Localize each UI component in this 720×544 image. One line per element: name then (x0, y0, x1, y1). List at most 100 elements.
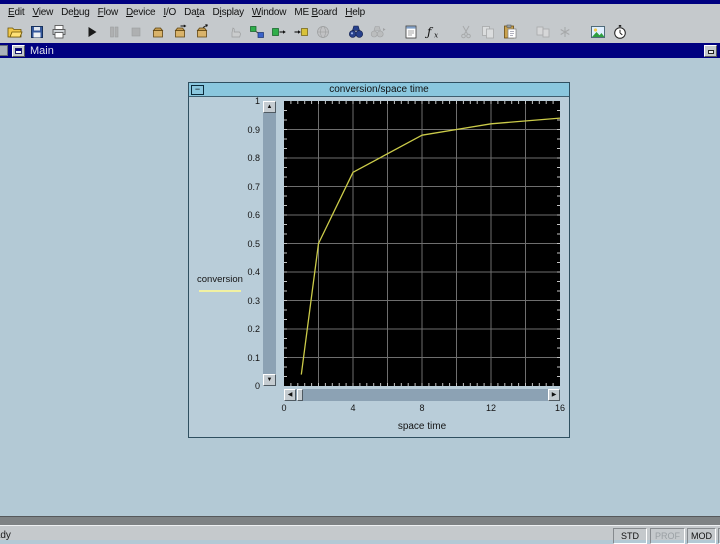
pause-icon (106, 24, 122, 40)
toolbar-group (532, 22, 576, 42)
toolbar-group (224, 22, 334, 42)
save-button[interactable] (27, 22, 47, 42)
menu-data[interactable]: Data (180, 6, 208, 19)
menu-window[interactable]: Window (248, 6, 290, 19)
horizontal-scrollbar[interactable]: ◀ ▶ (284, 389, 560, 401)
status-bar: Ready STDPROFMOD (0, 526, 720, 540)
menu-i-o[interactable]: I/O (159, 6, 180, 19)
menu-edit[interactable]: Edit (4, 6, 28, 19)
restore-window-icon[interactable] (12, 45, 25, 57)
cut-icon (458, 24, 474, 40)
toolbar-group (81, 22, 213, 42)
run-button[interactable] (82, 22, 102, 42)
y-tick-label: 0.2 (230, 324, 260, 334)
hand-button[interactable] (225, 22, 245, 42)
menu-bar: EditViewDebugFlowDeviceI/ODataDisplayWin… (0, 4, 720, 20)
find-button[interactable] (346, 22, 366, 42)
status-message: Ready (0, 530, 11, 541)
plot-minimize-button[interactable]: − (191, 85, 204, 95)
menu-device[interactable]: Device (122, 6, 159, 19)
globe-icon (315, 24, 331, 40)
function-button[interactable]: ƒx (423, 22, 443, 42)
duplicate-button[interactable] (533, 22, 553, 42)
step-over-button[interactable] (170, 22, 190, 42)
y-tick-label: 1 (230, 96, 260, 106)
plot-window[interactable]: conversion/space time − conversion 00.10… (188, 82, 570, 438)
y-tick-label: 0.7 (230, 182, 260, 192)
cut-button[interactable] (456, 22, 476, 42)
open-folder-button[interactable] (5, 22, 25, 42)
breakpoints-icon (557, 24, 573, 40)
globe-button[interactable] (313, 22, 333, 42)
system-menu-icon[interactable] (0, 45, 8, 56)
find-next-button[interactable] (368, 22, 388, 42)
stop-icon (128, 24, 144, 40)
copy-button[interactable] (478, 22, 498, 42)
svg-text:x: x (434, 30, 439, 39)
status-panel-prof: PROF (650, 528, 685, 544)
step-out-button[interactable] (192, 22, 212, 42)
function-icon: ƒx (425, 24, 441, 40)
print-button[interactable] (49, 22, 69, 42)
menu-help[interactable]: Help (341, 6, 369, 19)
y-tick-label: 0 (230, 381, 260, 391)
status-panel-std: STD (613, 528, 647, 544)
y-tick-label: 0.6 (230, 210, 260, 220)
y-tick-label: 0.3 (230, 296, 260, 306)
run-icon (84, 24, 100, 40)
minimize-window-button[interactable] (704, 45, 717, 57)
menu-flow[interactable]: Flow (94, 6, 122, 19)
toolbar-separator (70, 31, 81, 32)
chart-plot-area[interactable] (284, 101, 560, 386)
scroll-up-icon[interactable]: ▲ (263, 101, 276, 113)
properties-button[interactable] (401, 22, 421, 42)
x-tick-label: 8 (412, 403, 432, 413)
x-axis-title: space time (284, 421, 560, 432)
status-panel-mod: MOD (687, 528, 716, 544)
menu-debug[interactable]: Debug (57, 6, 94, 19)
main-window-title: Main (30, 45, 54, 57)
toolbar-group (587, 22, 631, 42)
toolbar-separator (334, 31, 345, 32)
paste-icon (502, 24, 518, 40)
toolbar-separator (444, 31, 455, 32)
blocks-button[interactable] (247, 22, 267, 42)
scroll-left-icon[interactable]: ◀ (284, 389, 296, 401)
plot-window-titlebar[interactable]: conversion/space time (189, 83, 569, 97)
save-icon (29, 24, 45, 40)
step-into-icon (150, 24, 166, 40)
toolbar-group (4, 22, 70, 42)
hand-icon (227, 24, 243, 40)
block-arrow-out-button[interactable] (269, 22, 289, 42)
vertical-scrollbar[interactable]: ▲ ▼ (263, 101, 276, 386)
pause-button[interactable] (104, 22, 124, 42)
copy-icon (480, 24, 496, 40)
scroll-right-icon[interactable]: ▶ (548, 389, 560, 401)
menu-display[interactable]: Display (209, 6, 248, 19)
properties-icon (403, 24, 419, 40)
paste-button[interactable] (500, 22, 520, 42)
duplicate-icon (535, 24, 551, 40)
y-tick-label: 0.8 (230, 153, 260, 163)
main-window-titlebar[interactable] (0, 43, 720, 58)
menu-me-board[interactable]: ME Board (290, 6, 341, 19)
svg-text:ƒ: ƒ (425, 25, 434, 39)
toolbar-group (345, 22, 389, 42)
timer-button[interactable] (610, 22, 630, 42)
y-tick-label: 0.5 (230, 239, 260, 249)
toolbar-separator (389, 31, 400, 32)
menu-view[interactable]: View (28, 6, 57, 19)
stop-button[interactable] (126, 22, 146, 42)
scroll-down-icon[interactable]: ▼ (263, 374, 276, 386)
block-arrow-in-button[interactable] (291, 22, 311, 42)
toolbar-separator (576, 31, 587, 32)
horizontal-scrollbar-thumb[interactable] (297, 389, 303, 401)
step-into-button[interactable] (148, 22, 168, 42)
display-button[interactable] (588, 22, 608, 42)
y-tick-label: 0.4 (230, 267, 260, 277)
breakpoints-button[interactable] (555, 22, 575, 42)
find-next-icon (370, 24, 386, 40)
toolbar-group (455, 22, 521, 42)
step-over-icon (172, 24, 188, 40)
toolbar-separator (521, 31, 532, 32)
